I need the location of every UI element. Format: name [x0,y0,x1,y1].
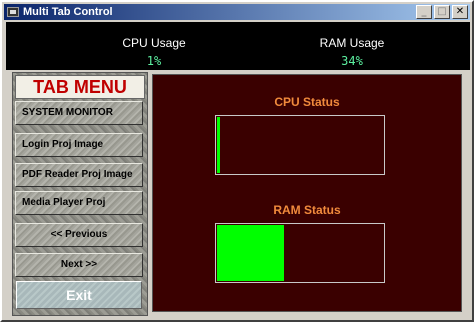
cpu-usage: CPU Usage 1% [84,36,224,68]
cpu-usage-value: 1% [146,54,162,68]
usage-panel: CPU Usage 1% RAM Usage 34% [6,22,470,70]
title-bar[interactable]: Multi Tab Control _ □ ✕ [4,4,470,20]
ram-status-bar [215,223,385,283]
app-icon [7,7,19,17]
cpu-status-fill [217,117,220,173]
cpu-status-bar [215,115,385,175]
ram-status-title: RAM Status [273,203,341,217]
close-button[interactable]: ✕ [452,5,468,19]
ram-usage-label: RAM Usage [319,36,385,50]
ram-usage: RAM Usage 34% [282,36,422,68]
tab-menu-panel: TAB MENU SYSTEM MONITOR Login Proj Image… [12,72,148,316]
cpu-status-title: CPU Status [274,95,340,109]
login-proj-image-button[interactable]: Login Proj Image [15,133,143,157]
ram-usage-value: 34% [341,54,363,68]
cpu-usage-label: CPU Usage [122,36,186,50]
media-player-proj-button[interactable]: Media Player Proj [15,191,143,215]
system-monitor-button[interactable]: SYSTEM MONITOR [15,101,143,125]
pdf-reader-proj-image-button[interactable]: PDF Reader Proj Image [15,163,143,187]
next-button[interactable]: Next >> [15,253,143,277]
exit-button[interactable]: Exit [16,281,142,309]
status-panel: CPU Status RAM Status [152,74,462,312]
window-controls: _ □ ✕ [414,5,468,19]
previous-button[interactable]: << Previous [15,223,143,247]
window-title: Multi Tab Control [23,6,113,18]
tab-menu-title: TAB MENU [15,75,145,99]
maximize-button[interactable]: □ [434,5,450,19]
ram-status-fill [217,225,284,281]
minimize-button[interactable]: _ [416,5,432,19]
app-window: Multi Tab Control _ □ ✕ CPU Usage 1% RAM… [0,0,474,322]
